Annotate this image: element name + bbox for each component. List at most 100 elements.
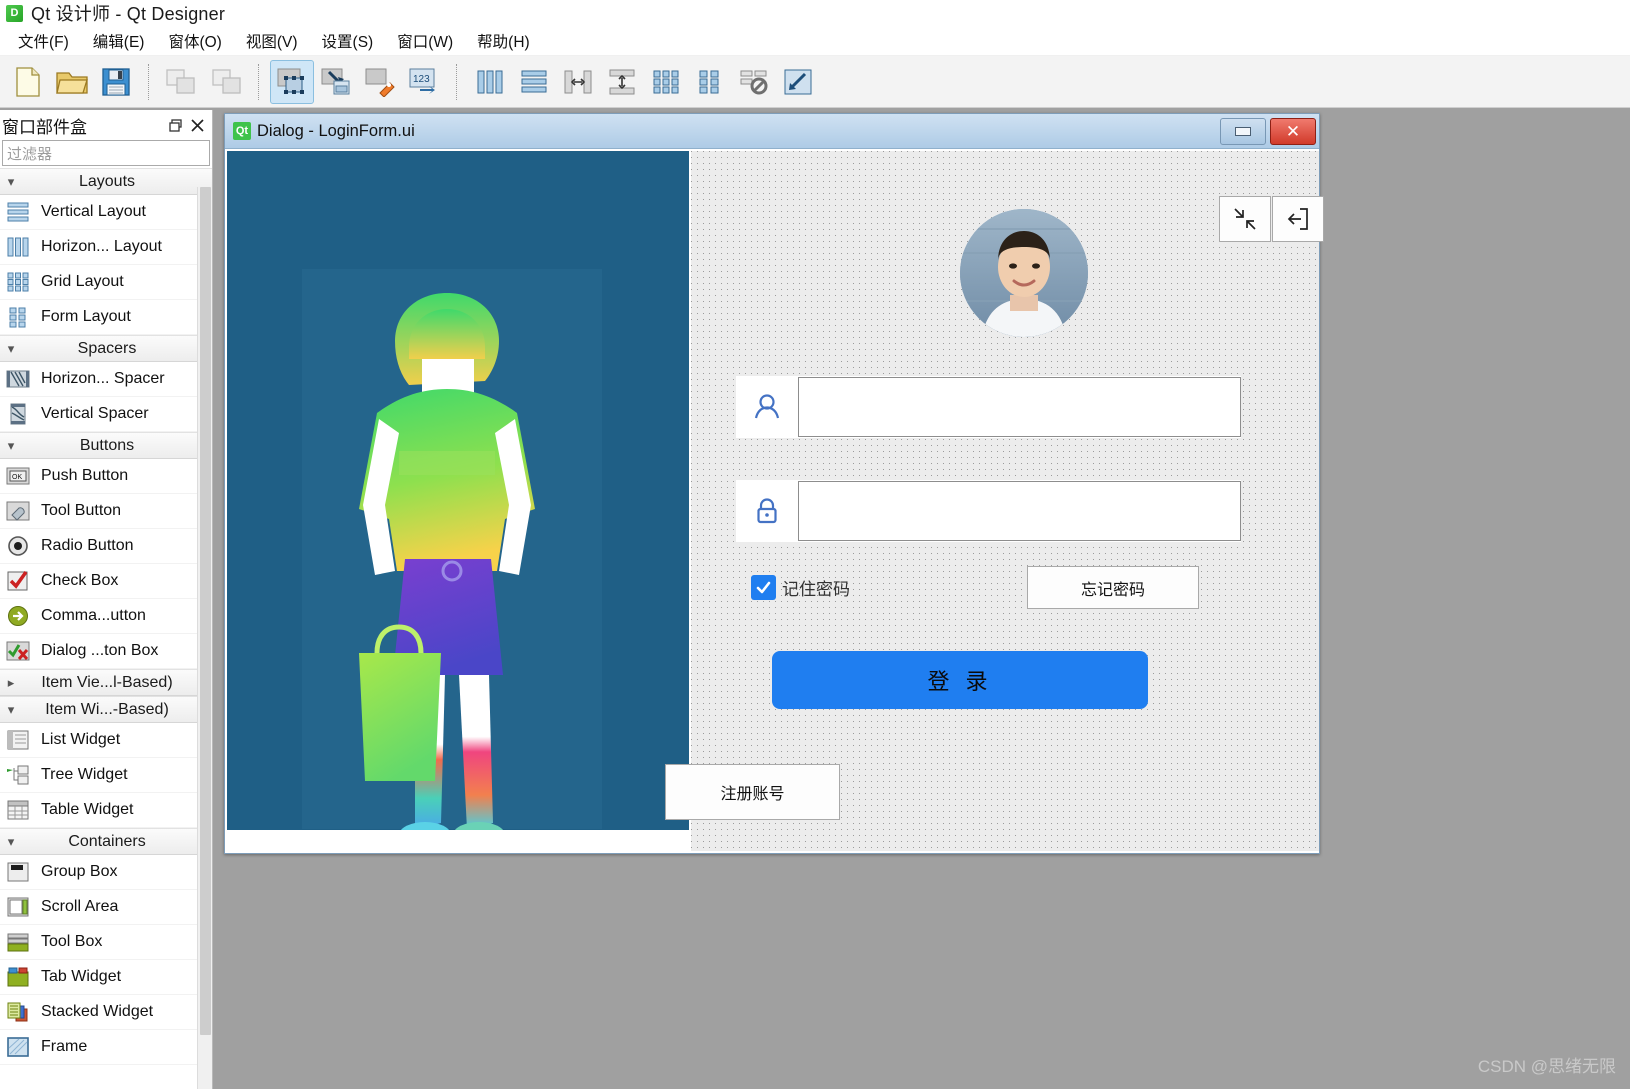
svg-text:OK: OK [12,474,22,481]
widget-item-label: Tree Widget [41,766,128,783]
widget-item-stacked-widget[interactable]: Stacked Widget [0,995,212,1030]
collapse-window-button[interactable] [1219,196,1271,242]
widget-item-label: Scroll Area [41,898,119,915]
widget-item-tool-button[interactable]: Tool Button [0,494,212,529]
widget-box-list[interactable]: ▾ Layouts Vertical Layout Horizon... Lay… [0,168,212,1089]
radio-button-icon [3,533,33,559]
toolbar-separator [258,63,260,100]
widget-item-vertical-spacer[interactable]: Vertical Spacer [0,397,212,432]
forgot-password-button[interactable]: 忘记密码 [1027,566,1199,609]
widget-item-frame[interactable]: Frame [0,1030,212,1065]
save-file-icon[interactable] [94,60,138,104]
app-title: Qt 设计师 - Qt Designer [31,4,226,24]
grid-layout-icon [3,269,33,295]
float-icon[interactable] [164,114,186,136]
dialog-titlebar[interactable]: Qt Dialog - LoginForm.ui ✕ [225,114,1319,149]
avatar [960,209,1088,337]
widget-item-check-box[interactable]: Check Box [0,564,212,599]
open-file-icon[interactable] [50,60,94,104]
section-label: Containers [68,832,146,850]
widget-item-radio-button[interactable]: Radio Button [0,529,212,564]
widget-item-dialog-button-box[interactable]: Dialog ...ton Box [0,634,212,669]
widget-box-section-item-widgets[interactable]: ▾ Item Wi...-Based) [0,696,212,723]
widget-box-section-containers[interactable]: ▾ Containers [0,828,212,855]
close-icon[interactable] [186,114,208,136]
widget-item-horizontal-layout[interactable]: Horizon... Layout [0,230,212,265]
break-layout-icon[interactable] [732,60,776,104]
layout-form-icon[interactable] [688,60,732,104]
menu-form[interactable]: 窗体(O) [156,27,233,55]
form-editor-canvas[interactable]: Qt Dialog - LoginForm.ui ✕ 记住密码 忘记密码 登 录… [213,110,1630,1089]
widget-item-group-box[interactable]: Group Box [0,855,212,890]
dialog-minimize-button[interactable] [1220,117,1266,145]
widget-item-label: Stacked Widget [41,1003,154,1020]
widget-item-label: Check Box [41,572,119,589]
new-file-icon[interactable] [6,60,50,104]
widget-box-section-item-views[interactable]: ▸ Item Vie...l-Based) [0,669,212,696]
widget-box-scrollbar[interactable] [197,187,212,1089]
widget-item-push-button[interactable]: OK Push Button [0,459,212,494]
push-button-icon: OK [3,463,33,489]
toolbar-group-edit [160,60,248,104]
widget-item-horizontal-spacer[interactable]: Horizon... Spacer [0,362,212,397]
login-button[interactable]: 登 录 [772,651,1148,709]
edit-widgets-icon[interactable] [270,59,314,104]
edit-buddies-icon[interactable] [358,60,402,104]
menu-view[interactable]: 视图(V) [234,27,310,55]
username-input[interactable] [798,377,1241,437]
widget-item-label: Horizon... Layout [41,238,162,255]
exit-button[interactable] [1272,196,1324,242]
dialog-resize-grip[interactable] [1302,836,1318,852]
widget-item-grid-layout[interactable]: Grid Layout [0,265,212,300]
section-label: Spacers [77,339,137,357]
password-field-row [736,480,1241,542]
dialog-close-button[interactable]: ✕ [1270,117,1316,145]
edit-tab-order-icon[interactable]: 123 [402,60,446,104]
promo-illustration-panel[interactable] [227,151,689,830]
redo-icon[interactable] [204,60,248,104]
layout-vertically-icon[interactable] [512,60,556,104]
svg-text:123: 123 [413,74,430,85]
widget-box-section-buttons[interactable]: ▾ Buttons [0,432,212,459]
layout-horizontally-icon[interactable] [468,60,512,104]
form-layout-icon [3,304,33,330]
widget-item-tree-widget[interactable]: Tree Widget [0,758,212,793]
widget-item-tool-box[interactable]: Tool Box [0,925,212,960]
undo-icon[interactable] [160,60,204,104]
widget-item-form-layout[interactable]: Form Layout [0,300,212,335]
login-panel[interactable]: 记住密码 忘记密码 登 录 注册账号 [665,151,1324,851]
widget-box-section-spacers[interactable]: ▾ Spacers [0,335,212,362]
edit-signals-slots-icon[interactable] [314,60,358,104]
horizontal-layout-icon [3,234,33,260]
section-label: Layouts [78,172,136,190]
chevron-down-icon: ▾ [7,340,15,356]
menu-settings[interactable]: 设置(S) [310,27,386,55]
widget-item-scroll-area[interactable]: Scroll Area [0,890,212,925]
adjust-size-icon[interactable] [776,60,820,104]
widget-box-section-layouts[interactable]: ▾ Layouts [0,168,212,195]
widget-item-table-widget[interactable]: Table Widget [0,793,212,828]
layout-grid-icon[interactable] [644,60,688,104]
register-account-button[interactable]: 注册账号 [665,764,840,820]
app-titlebar: D Qt 设计师 - Qt Designer [0,0,1630,26]
widget-item-label: Vertical Spacer [41,405,149,422]
menu-edit[interactable]: 编辑(E) [81,27,157,55]
widget-item-tab-widget[interactable]: Tab Widget [0,960,212,995]
widget-box-filter-input[interactable]: 过滤器 [2,140,210,166]
menu-file[interactable]: 文件(F) [6,27,81,55]
menu-help[interactable]: 帮助(H) [465,27,542,55]
widget-item-list-widget[interactable]: List Widget [0,723,212,758]
password-input[interactable] [798,481,1241,541]
login-form-dialog[interactable]: Qt Dialog - LoginForm.ui ✕ 记住密码 忘记密码 登 录… [224,113,1324,854]
scrollbar-thumb[interactable] [200,187,211,1035]
widget-item-command-link-button[interactable]: Comma...utton [0,599,212,634]
widget-item-label: Frame [41,1038,88,1055]
widget-item-vertical-layout[interactable]: Vertical Layout [0,195,212,230]
menu-window[interactable]: 窗口(W) [385,27,465,55]
toolbar-group-layout [468,60,820,104]
layout-splitter-vertical-icon[interactable] [600,60,644,104]
remember-password-checkbox[interactable]: 记住密码 [751,575,850,600]
widget-item-label: Tool Button [41,502,122,519]
layout-splitter-horizontal-icon[interactable] [556,60,600,104]
chevron-down-icon: ▾ [7,437,15,453]
